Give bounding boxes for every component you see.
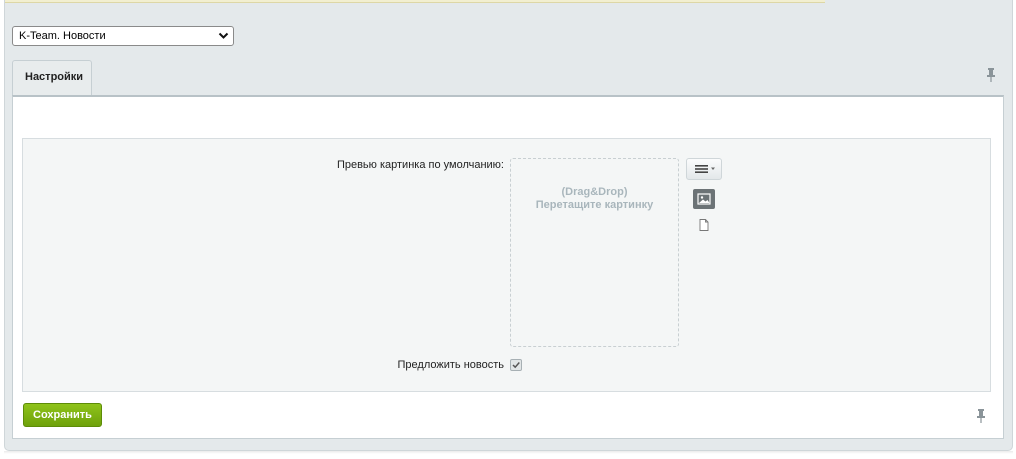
- select-image-button[interactable]: [693, 189, 715, 209]
- pin-icon[interactable]: [986, 68, 996, 82]
- panel-shadow: [4, 451, 1013, 454]
- chevron-down-icon: [218, 32, 229, 39]
- image-dropzone[interactable]: (Drag&Drop) Перетащите картинку: [510, 158, 679, 347]
- suggest-news-checkbox[interactable]: [510, 359, 522, 371]
- preview-image-label: Превью картинка по умолчанию:: [336, 159, 504, 171]
- site-select-value: K-Team. Новости: [19, 30, 106, 42]
- notice-strip: [5, 0, 825, 3]
- tab-settings-label: Настройки: [25, 71, 84, 83]
- image-icon: [697, 193, 711, 205]
- menu-lines-icon: [695, 165, 715, 173]
- checkmark-icon: [512, 362, 520, 369]
- site-select[interactable]: K-Team. Новости: [12, 26, 234, 46]
- tab-content: Превью картинка по умолчанию: (Drag&Drop…: [12, 95, 1004, 439]
- image-options-menu-button[interactable]: [686, 158, 722, 180]
- dropzone-hint: (Drag&Drop): [561, 186, 628, 198]
- file-icon[interactable]: [699, 219, 709, 231]
- tab-settings[interactable]: Настройки: [12, 60, 92, 96]
- form-area: Превью картинка по умолчанию: (Drag&Drop…: [22, 138, 991, 392]
- suggest-news-label: Предложить новость: [397, 359, 504, 371]
- dropzone-instruction: Перетащите картинку: [535, 199, 654, 211]
- save-button[interactable]: Сохранить: [23, 403, 102, 427]
- settings-panel: K-Team. Новости Настройки Превью картинк…: [4, 0, 1013, 451]
- pin-icon[interactable]: [976, 409, 986, 423]
